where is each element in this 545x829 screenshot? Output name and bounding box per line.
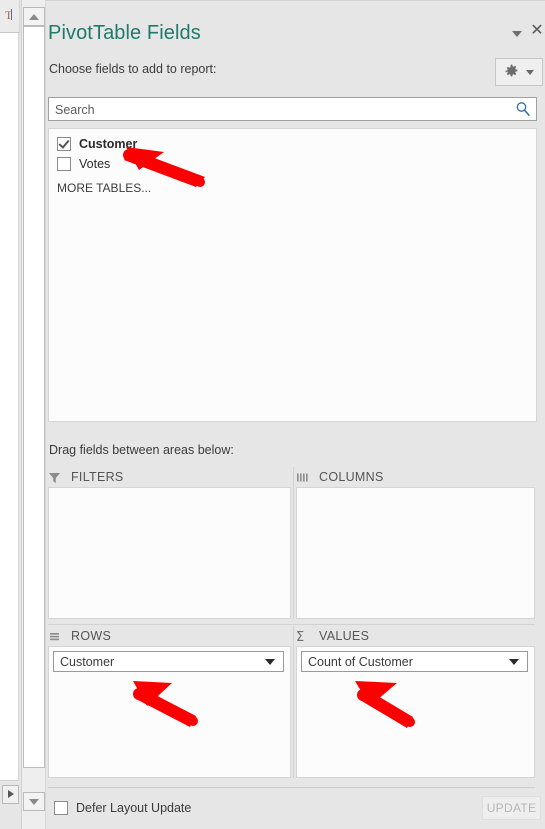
defer-layout-update-label: Defer Layout Update (76, 801, 192, 815)
search-icon[interactable] (515, 101, 531, 117)
area-columns-header: COLUMNS (296, 467, 384, 487)
worksheet-cells (0, 33, 19, 781)
field-list-item-customer[interactable]: Customer (57, 135, 137, 153)
field-list-item-votes[interactable]: Votes (57, 155, 110, 173)
field-list[interactable]: Customer Votes MORE TABLES... (48, 128, 537, 422)
field-pill-label: Customer (60, 654, 115, 669)
gear-icon (504, 64, 519, 79)
column-letter: T (5, 8, 13, 22)
field-pill-label: Count of Customer (308, 654, 413, 669)
triangle-up-icon (29, 14, 39, 20)
sheet-nav-next-button[interactable] (2, 785, 19, 804)
triangle-right-icon (8, 790, 14, 798)
area-filters-dropzone[interactable] (48, 487, 291, 619)
area-columns: COLUMNS (296, 467, 535, 619)
worksheet-strip: T (0, 0, 47, 829)
checkbox-unchecked-icon[interactable] (57, 157, 71, 171)
panel-top-border (46, 0, 545, 1)
vertical-scrollbar[interactable] (21, 0, 46, 829)
area-values: Σ VALUES Count of Customer (296, 626, 535, 778)
field-list-tools-button[interactable] (495, 58, 543, 86)
areas-horizontal-divider (48, 624, 535, 625)
pivottable-fields-panel: PivotTable Fields ✕ Choose fields to add… (46, 0, 545, 829)
area-values-label: VALUES (319, 629, 370, 643)
worksheet-column-header: T (0, 0, 20, 33)
choose-fields-label: Choose fields to add to report: (49, 62, 217, 76)
area-values-dropzone[interactable]: Count of Customer (296, 646, 535, 778)
area-rows-label: ROWS (71, 629, 112, 643)
caret-down-icon[interactable] (265, 659, 275, 665)
checkbox-checked-icon[interactable] (57, 137, 71, 151)
area-filters-label: FILTERS (71, 470, 124, 484)
field-pill-rows-customer[interactable]: Customer (53, 651, 284, 672)
area-filters: FILTERS (48, 467, 291, 619)
areas-vertical-divider-bottom (293, 626, 294, 778)
chevron-down-icon (512, 31, 522, 37)
collapse-panel-button[interactable] (509, 25, 525, 41)
area-columns-label: COLUMNS (319, 470, 384, 484)
drag-fields-label: Drag fields between areas below: (49, 443, 234, 457)
funnel-icon (48, 471, 61, 484)
checkbox-unchecked-icon[interactable] (54, 801, 68, 815)
area-values-header: Σ VALUES (296, 626, 369, 646)
area-rows-header: ROWS (48, 626, 111, 646)
triangle-down-icon (29, 799, 39, 805)
area-rows: ROWS Customer (48, 626, 291, 778)
areas-vertical-divider-top (293, 467, 294, 619)
rows-icon (48, 630, 61, 643)
more-tables-link[interactable]: MORE TABLES... (57, 181, 151, 195)
field-pill-values-count-of-customer[interactable]: Count of Customer (301, 651, 528, 672)
field-label: Customer (79, 137, 138, 151)
defer-layout-update-control[interactable]: Defer Layout Update (54, 801, 191, 815)
page-title: PivotTable Fields (48, 22, 201, 44)
search-input[interactable] (53, 101, 507, 119)
search-field[interactable] (48, 97, 537, 121)
caret-down-icon[interactable] (509, 659, 519, 665)
update-button[interactable]: UPDATE (482, 796, 541, 820)
caret-down-icon (526, 70, 534, 75)
close-panel-button[interactable]: ✕ (529, 22, 545, 40)
footer-divider (48, 787, 535, 788)
area-columns-dropzone[interactable] (296, 487, 535, 619)
area-rows-dropzone[interactable]: Customer (48, 646, 291, 778)
field-label: Votes (79, 157, 111, 171)
scrollbar-thumb[interactable] (23, 26, 45, 768)
scroll-down-button[interactable] (23, 792, 45, 811)
scroll-up-button[interactable] (23, 7, 45, 26)
columns-icon (296, 471, 309, 484)
area-filters-header: FILTERS (48, 467, 124, 487)
sigma-icon: Σ (296, 629, 305, 645)
